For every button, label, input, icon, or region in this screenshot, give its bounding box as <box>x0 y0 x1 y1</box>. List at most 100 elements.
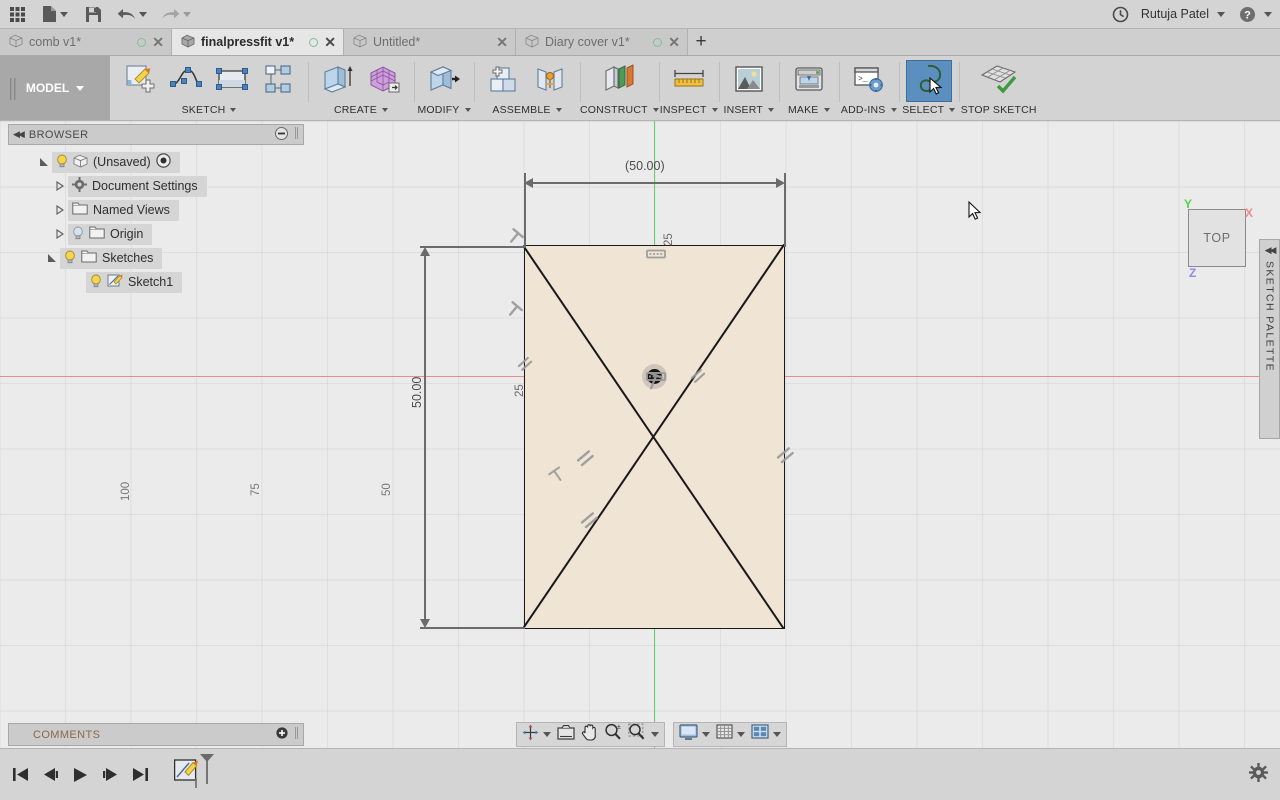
collapse-arrow-icon[interactable] <box>52 229 68 239</box>
ribbon-group-label[interactable]: CONSTRUCT <box>580 104 659 116</box>
sketch-palette-strip[interactable]: ◀◀ SKETCH PALETTE <box>1259 239 1280 439</box>
chevron-down-icon[interactable] <box>1264 11 1272 17</box>
scripts-addins-button[interactable]: >_ <box>846 60 892 102</box>
zoom-window-button[interactable] <box>625 723 662 746</box>
lightbulb-icon[interactable] <box>90 274 102 291</box>
offset-plane-button[interactable] <box>596 60 642 102</box>
collapse-arrow-icon[interactable] <box>52 205 68 215</box>
dimension-line[interactable] <box>424 251 426 625</box>
tree-item-named-views[interactable]: Named Views <box>8 198 304 222</box>
parallel-constraint-icon[interactable] <box>578 509 602 538</box>
redo-button[interactable] <box>154 0 198 29</box>
ribbon-group-label[interactable]: INSPECT <box>660 104 718 116</box>
look-at-button[interactable] <box>554 723 578 746</box>
parallel-constraint-icon[interactable] <box>573 446 599 477</box>
spline-button[interactable] <box>163 60 209 102</box>
ribbon-group-label[interactable]: ADD-INS <box>841 104 897 116</box>
close-icon[interactable]: ✕ <box>152 35 164 49</box>
parallel-constraint-icon[interactable] <box>688 366 710 393</box>
tree-item-document-settings[interactable]: Document Settings <box>8 174 304 198</box>
zoom-button[interactable]: ± <box>601 723 625 746</box>
perpendicular-constraint-icon[interactable] <box>548 466 566 489</box>
lightbulb-icon[interactable] <box>56 154 68 171</box>
document-tab[interactable]: Untitled* ✕ <box>344 29 516 55</box>
go-to-beginning-button[interactable] <box>10 764 30 786</box>
file-button[interactable] <box>34 0 76 29</box>
user-name[interactable]: Rutuja Patel <box>1138 7 1212 21</box>
extrude-button[interactable] <box>315 60 361 102</box>
collapse-arrow-icon[interactable] <box>52 181 68 191</box>
create-mesh-button[interactable] <box>361 60 407 102</box>
expand-arrow-icon[interactable] <box>44 253 60 263</box>
ribbon-group-label[interactable]: CREATE <box>334 104 388 116</box>
document-tab[interactable]: comb v1* ✕ <box>0 29 172 55</box>
close-icon[interactable]: ✕ <box>668 35 680 49</box>
document-tab[interactable]: Diary cover v1* ✕ <box>516 29 688 55</box>
grid-snaps-button[interactable] <box>713 723 748 746</box>
press-pull-button[interactable] <box>421 60 467 102</box>
tree-item-sketch1[interactable]: Sketch1 <box>8 270 304 294</box>
app-grid-button[interactable] <box>0 0 34 29</box>
panel-minimize-icon[interactable] <box>275 126 288 143</box>
3d-print-button[interactable] <box>786 60 832 102</box>
new-tab-button[interactable]: + <box>688 29 714 55</box>
tree-item-origin[interactable]: Origin <box>8 222 304 246</box>
parallel-constraint-icon[interactable] <box>774 444 798 473</box>
joint-button[interactable] <box>527 60 573 102</box>
sketch-pattern-button[interactable] <box>255 60 301 102</box>
comments-panel[interactable]: COMMENTS <box>8 723 304 746</box>
tree-item-content[interactable]: Origin <box>68 223 153 245</box>
display-settings-button[interactable] <box>676 723 713 746</box>
dimension-line[interactable] <box>527 182 783 184</box>
new-component-button[interactable] <box>481 60 527 102</box>
help-button[interactable]: ? <box>1235 0 1259 29</box>
rectangle-button[interactable] <box>209 60 255 102</box>
stop-sketch-button[interactable] <box>966 60 1032 102</box>
panel-resize-grip[interactable] <box>294 727 299 742</box>
insert-image-button[interactable] <box>726 60 772 102</box>
ribbon-group-label[interactable]: SELECT <box>902 104 956 116</box>
perpendicular-constraint-icon[interactable] <box>506 228 525 251</box>
tree-item-sketches[interactable]: Sketches <box>8 246 304 270</box>
ribbon-group-label[interactable]: STOP SKETCH <box>961 104 1037 116</box>
chevron-down-icon[interactable] <box>1217 11 1225 17</box>
height-dimension-text[interactable]: 50.00 <box>410 377 424 408</box>
close-icon[interactable]: ✕ <box>496 35 508 49</box>
expand-arrow-icon[interactable] <box>36 157 52 167</box>
collapse-left-icon[interactable]: ◀◀ <box>13 129 25 140</box>
add-comment-icon[interactable] <box>276 727 288 742</box>
collinear-constraint-icon[interactable] <box>645 370 667 389</box>
document-tab-active[interactable]: finalpressfit v1* ✕ <box>172 29 344 55</box>
tree-item-content[interactable]: Sketch1 <box>86 271 183 293</box>
midpoint-label-left[interactable]: 25 <box>514 384 526 397</box>
width-dimension-text[interactable]: (50.00) <box>625 159 665 173</box>
tree-item-root[interactable]: (Unsaved) <box>8 150 304 174</box>
play-button[interactable] <box>70 764 90 786</box>
tree-item-content[interactable]: Named Views <box>68 199 179 221</box>
job-status-button[interactable] <box>1106 0 1136 29</box>
view-cube[interactable]: TOP <box>1188 209 1246 267</box>
ribbon-group-label[interactable]: INSERT <box>723 104 774 116</box>
tree-item-content[interactable]: Sketches <box>60 247 163 269</box>
measure-button[interactable] <box>666 60 712 102</box>
target-icon[interactable] <box>155 153 171 171</box>
tree-item-content[interactable]: Document Settings <box>68 175 207 197</box>
viewports-button[interactable] <box>748 723 784 746</box>
ribbon-group-label[interactable]: SKETCH <box>182 104 237 116</box>
gear-icon[interactable] <box>1249 762 1268 786</box>
create-sketch-button[interactable] <box>117 60 163 102</box>
undo-button[interactable] <box>110 0 154 29</box>
collapse-left-icon[interactable]: ◀◀ <box>1265 245 1277 256</box>
ribbon-group-label[interactable]: MAKE <box>788 104 830 116</box>
timeline-feature-sketch1[interactable] <box>173 752 220 797</box>
close-icon[interactable]: ✕ <box>324 35 336 49</box>
midpoint-label-top[interactable]: 25 <box>663 233 675 246</box>
ribbon-group-label[interactable]: ASSEMBLE <box>492 104 562 116</box>
panel-resize-grip[interactable] <box>294 127 299 142</box>
orbit-button[interactable] <box>519 723 554 746</box>
go-to-end-button[interactable] <box>130 764 150 786</box>
select-button[interactable] <box>905 60 952 102</box>
perpendicular-constraint-icon[interactable] <box>505 301 524 324</box>
pan-button[interactable] <box>578 723 601 746</box>
lightbulb-icon[interactable] <box>64 250 76 267</box>
